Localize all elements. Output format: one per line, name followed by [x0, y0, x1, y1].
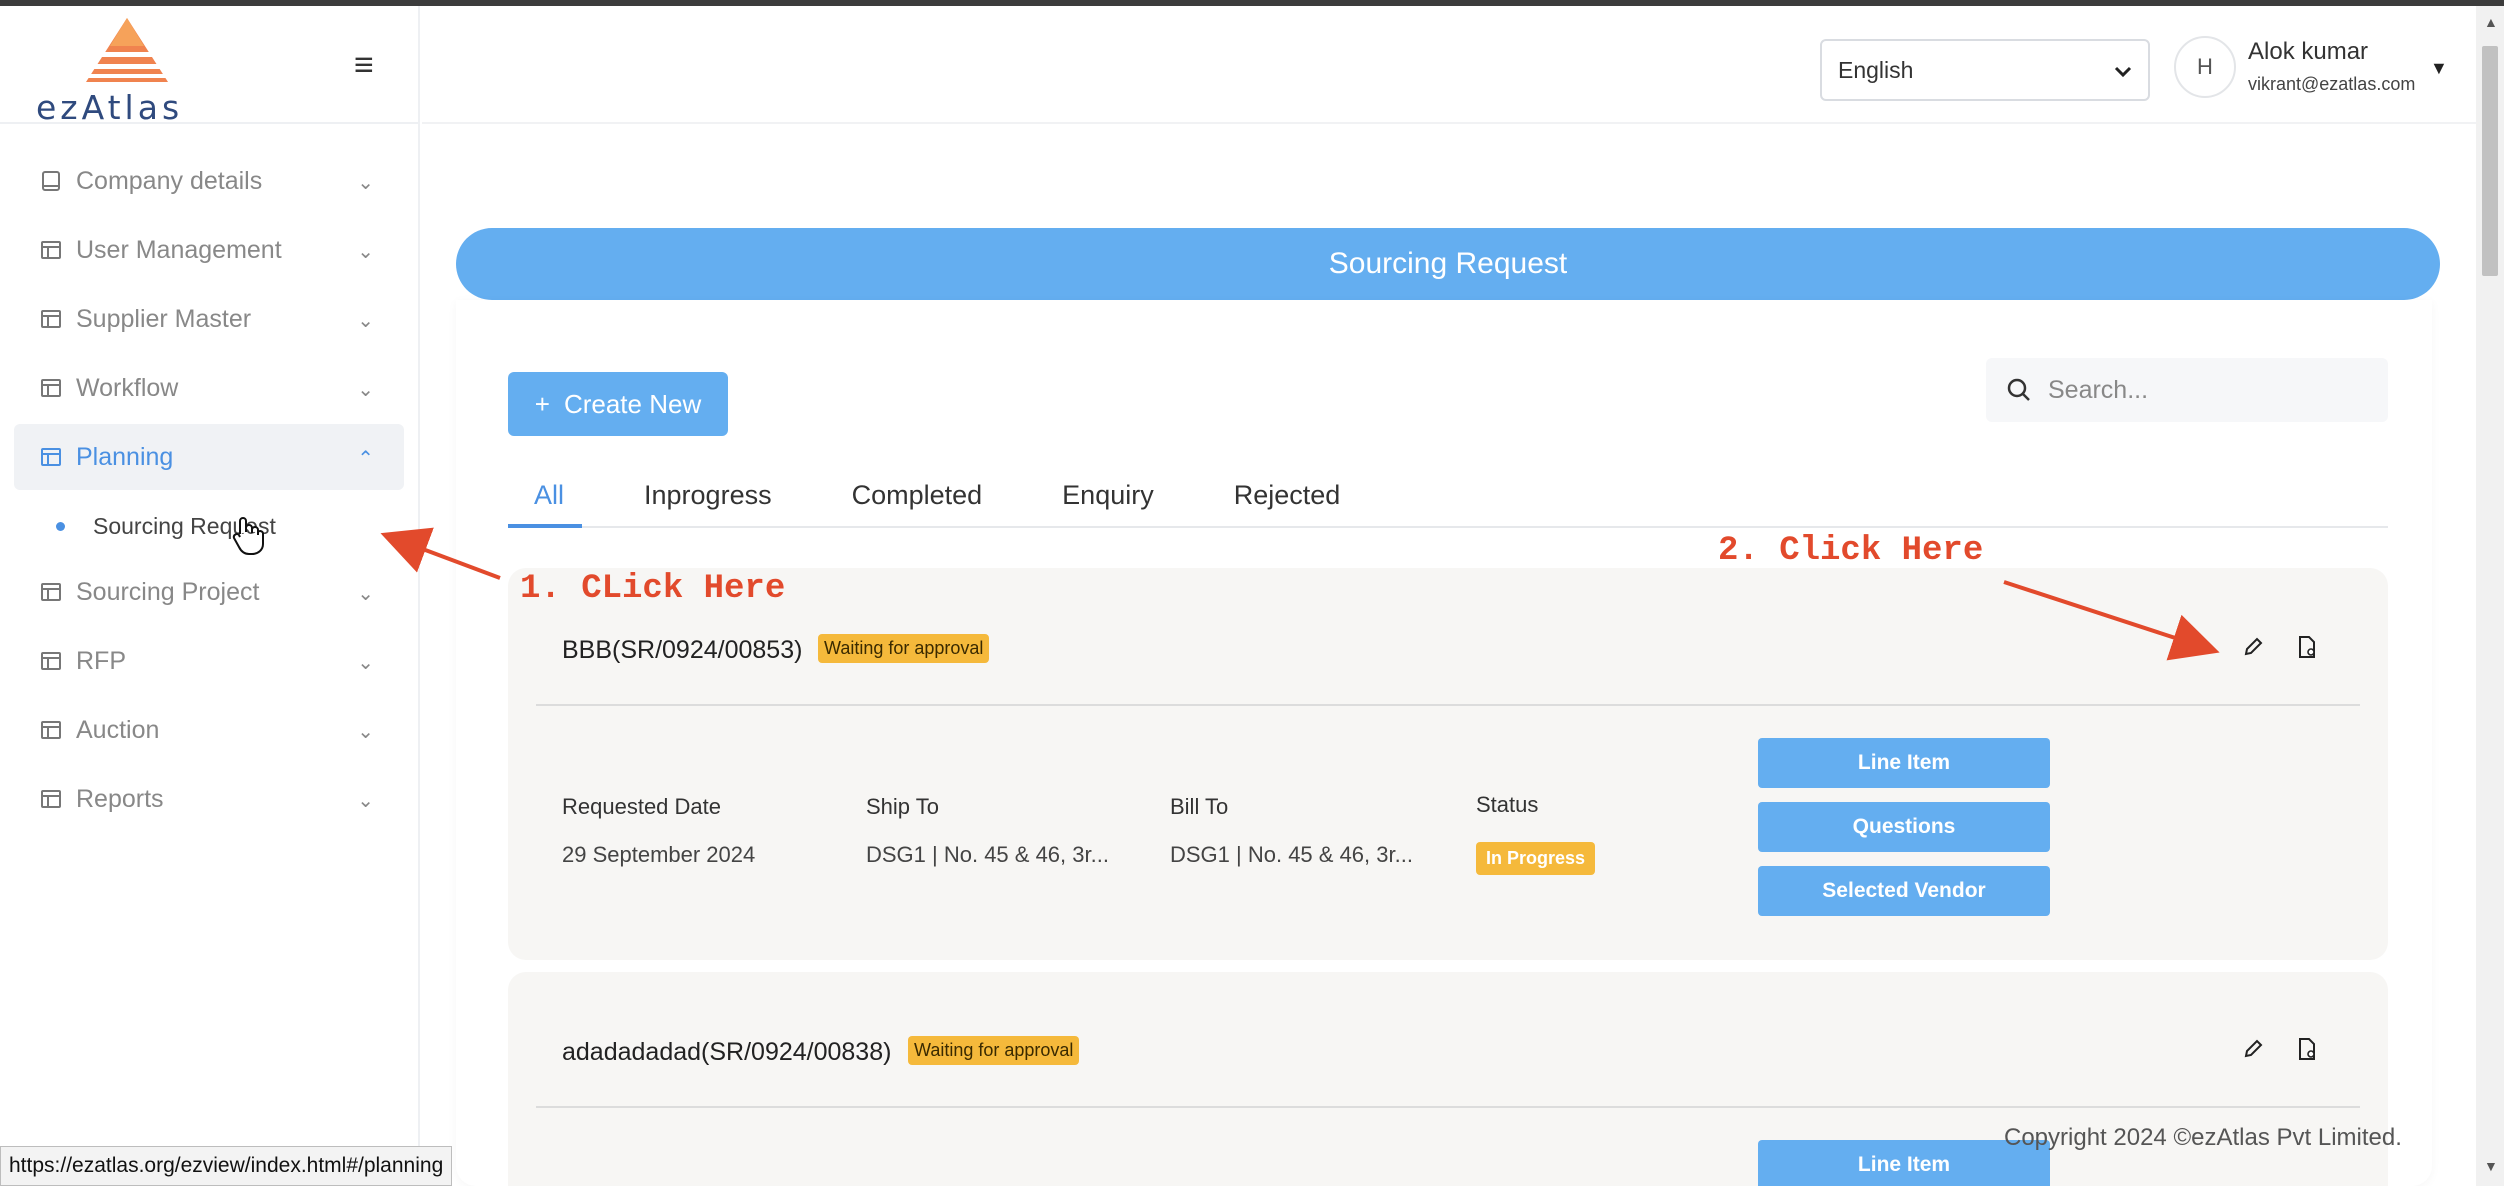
- annotation-step-1: 1. CLick Here: [520, 570, 786, 608]
- annotation-arrows: [380, 527, 2220, 661]
- annotation-arrow-1: [380, 527, 501, 580]
- scrollbar-thumb[interactable]: [2482, 46, 2498, 276]
- annotation-step-2: 2. Click Here: [1718, 532, 1984, 570]
- app-root: ezAtlas ≡ Company details ⌄ User Managem…: [0, 0, 2504, 1186]
- status-bar-url: https://ezatlas.org/ezview/index.html#/p…: [0, 1146, 453, 1186]
- scroll-down-arrow-icon[interactable]: ▼: [2484, 1158, 2498, 1174]
- vertical-scrollbar[interactable]: ▲ ▼: [2476, 6, 2504, 1186]
- copyright-text: Copyright 2024 ©ezAtlas Pvt Limited.: [2004, 1124, 2402, 1151]
- annotation-arrow-2: [2003, 580, 2220, 661]
- scroll-up-arrow-icon[interactable]: ▲: [2484, 14, 2498, 30]
